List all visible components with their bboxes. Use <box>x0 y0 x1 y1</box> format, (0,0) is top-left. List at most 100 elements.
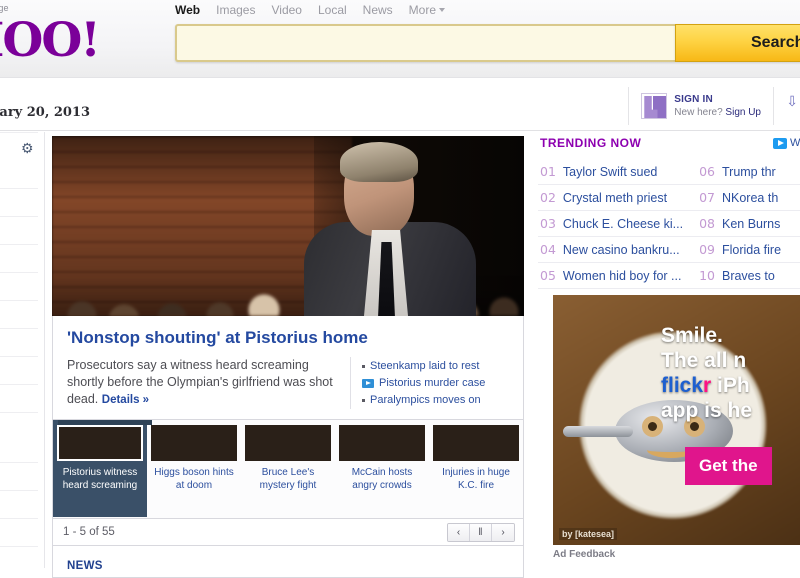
thumbnail-caption-1: Pistorius witness heard screaming <box>62 467 138 491</box>
related-link-2[interactable]: Pistorius murder case <box>362 375 485 392</box>
trending-item-07[interactable]: 07 NKorea th <box>697 185 800 211</box>
rail-divider <box>0 272 38 273</box>
thumbnail-item-5[interactable]: Injuries in huge K.C. fire <box>429 420 523 517</box>
trending-rank: 05 <box>540 268 556 283</box>
thumbnail-caption-3: Bruce Lee's mystery fight <box>259 467 317 491</box>
rail-divider <box>0 300 38 301</box>
ad-line-3: flickr iPh <box>661 373 800 398</box>
story-pager: 1 - 5 of 55 ‹ ‖ › <box>52 519 524 546</box>
video-icon <box>773 137 787 149</box>
trending-title: TRENDING NOW <box>540 136 642 150</box>
trending-item-04[interactable]: 04 New casino bankru... <box>538 237 698 263</box>
rail-divider <box>0 384 38 385</box>
main-news-module: 'Nonstop shouting' at Pistorius home Pro… <box>47 136 528 578</box>
related-link-3[interactable]: Paralympics moves on <box>362 392 485 409</box>
sign-up-link[interactable]: Sign Up <box>725 107 761 118</box>
rail-divider <box>0 328 38 329</box>
thumbnail-item-1[interactable]: Pistorius witness heard screaming <box>53 420 147 517</box>
ad-line-1: Smile. <box>661 324 723 347</box>
trending-label: Chuck E. Cheese ki... <box>562 217 684 231</box>
search-form: Search <box>175 24 800 62</box>
trending-label: Braves to <box>721 269 775 283</box>
related-link-2-label: Pistorius murder case <box>379 377 486 389</box>
rail-divider <box>0 518 38 519</box>
trending-label: Crystal meth priest <box>562 191 668 205</box>
trending-item-03[interactable]: 03 Chuck E. Cheese ki... <box>538 211 698 237</box>
trending-item-08[interactable]: 08 Ken Burns <box>697 211 800 237</box>
ad-photo-credit: by [katesea] <box>559 528 618 540</box>
trending-rank: 08 <box>699 216 715 231</box>
trending-item-02[interactable]: 02 Crystal meth priest <box>538 185 698 211</box>
trending-rank: 09 <box>699 242 715 257</box>
rail-divider <box>0 412 38 413</box>
trending-rank: 07 <box>699 190 715 205</box>
top-header-band: nepage HOO! Web Images Video Local News … <box>0 0 800 78</box>
headline-title[interactable]: 'Nonstop shouting' at Pistorius home <box>67 328 509 348</box>
bullet-icon: • <box>0 438 4 446</box>
tab-web[interactable]: Web <box>175 3 200 17</box>
pause-button[interactable]: ‖ <box>470 523 492 541</box>
details-link[interactable]: Details » <box>102 394 149 406</box>
trending-rank: 06 <box>699 164 715 179</box>
trending-video-link[interactable]: W <box>773 137 800 149</box>
trending-video-label: W <box>790 137 800 149</box>
search-button[interactable]: Search <box>675 24 800 62</box>
ad-line-3-rest: iPh <box>711 374 750 397</box>
news-section-heading: NEWS <box>52 546 524 578</box>
search-input[interactable] <box>175 24 675 62</box>
pager-count: 1 - 5 of 55 <box>63 526 115 538</box>
trending-item-10[interactable]: 10 Braves to <box>697 263 800 289</box>
ad-line-2: The all n <box>661 349 747 372</box>
trending-item-06[interactable]: 06 Trump thr <box>697 159 800 185</box>
headline-card: 'Nonstop shouting' at Pistorius home Pro… <box>52 316 524 420</box>
headline-summary: Prosecutors say a witness heard screamin… <box>67 357 350 409</box>
tab-news[interactable]: News <box>363 3 393 17</box>
trending-item-05[interactable]: 05 Women hid boy for ... <box>538 263 698 289</box>
homepage-link[interactable]: nepage <box>0 3 9 13</box>
next-button[interactable]: › <box>492 523 514 541</box>
trending-header: TRENDING NOW W <box>538 136 800 159</box>
thumbnail-item-4[interactable]: McCain hosts angry crowds <box>335 420 429 517</box>
chevron-down-icon <box>439 8 446 12</box>
cereal-eye-left <box>642 416 663 437</box>
sign-in-label: SIGN IN <box>674 94 713 105</box>
hero-subject <box>302 142 482 316</box>
hero-subject-hair <box>340 142 418 182</box>
flickr-brand-b: r <box>703 374 712 397</box>
tab-more-label: More <box>408 3 437 17</box>
trending-item-09[interactable]: 09 Florida fire <box>697 237 800 263</box>
thumbnail-image-4 <box>339 425 425 461</box>
thumbnail-item-3[interactable]: Bruce Lee's mystery fight <box>241 420 335 517</box>
advertisement-banner[interactable]: Smile. The all n flickr iPh app is he Ge… <box>553 295 800 545</box>
trending-label: Trump thr <box>721 165 776 179</box>
sign-in-block[interactable]: SIGN IN New here? Sign Up <box>628 87 774 125</box>
chevron-down-icon[interactable]: ⇩ <box>786 93 798 110</box>
thumbnail-item-2[interactable]: Higgs boson hints at doom <box>147 420 241 517</box>
trending-rank: 02 <box>540 190 556 205</box>
yahoo-logo[interactable]: HOO! <box>0 17 101 64</box>
related-link-1[interactable]: Steenkamp laid to rest <box>362 358 485 375</box>
news-section-label[interactable]: NEWS <box>67 560 103 572</box>
trending-rank: 04 <box>540 242 556 257</box>
thumbnail-caption-4: McCain hosts angry crowds <box>351 467 413 491</box>
trending-item-01[interactable]: 01 Taylor Swift sued <box>538 159 698 185</box>
related-link-3-label: Paralympics moves on <box>370 394 481 406</box>
rail-divider <box>0 462 38 463</box>
hero-image[interactable] <box>52 136 524 316</box>
tab-more[interactable]: More <box>408 3 446 17</box>
thumbnail-caption-2: Higgs boson hints at doom <box>154 467 234 491</box>
trending-column-one: 01 Taylor Swift sued 02 Crystal meth pri… <box>538 159 698 289</box>
related-link-1-label: Steenkamp laid to rest <box>370 360 480 372</box>
trending-now-module: TRENDING NOW W 01 Taylor Swift sued 02 C… <box>538 136 800 289</box>
thumbnail-image-5 <box>433 425 519 461</box>
trending-label: Ken Burns <box>721 217 781 231</box>
gear-icon[interactable]: ⚙ <box>21 141 35 155</box>
tab-local[interactable]: Local <box>318 3 347 17</box>
get-the-app-button[interactable]: Get the <box>685 447 772 485</box>
pager-controls: ‹ ‖ › <box>447 522 515 542</box>
date-signin-band: bruary 20, 2013 SIGN IN New here? Sign U… <box>0 79 800 131</box>
prev-button[interactable]: ‹ <box>448 523 470 541</box>
tab-images[interactable]: Images <box>216 3 255 17</box>
ad-feedback-link[interactable]: Ad Feedback <box>553 549 615 560</box>
tab-video[interactable]: Video <box>271 3 301 17</box>
